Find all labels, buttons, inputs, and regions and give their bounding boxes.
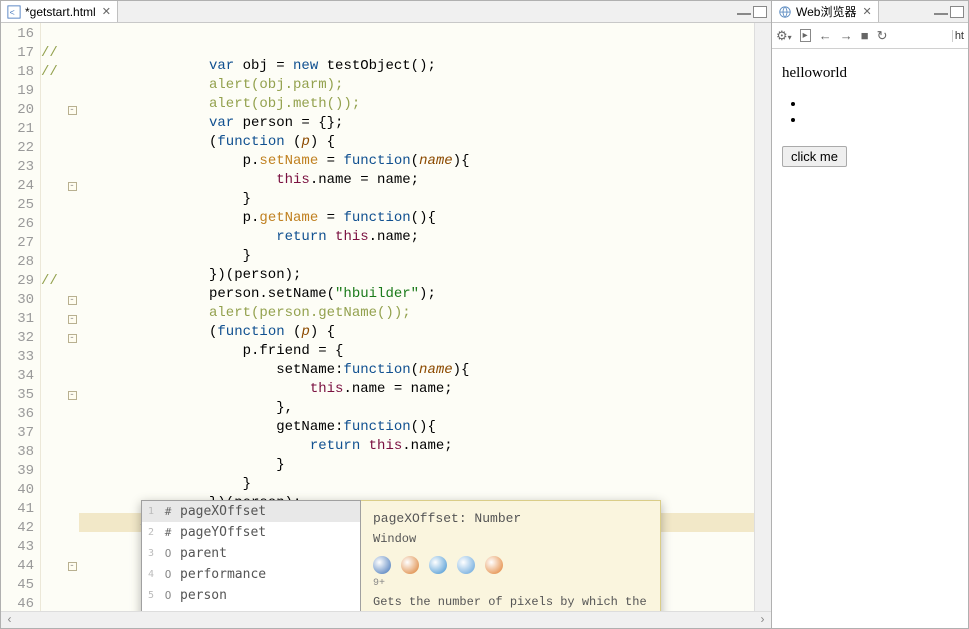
browser-tab[interactable]: Web浏览器 ✕	[772, 1, 879, 22]
editor-pane: < *getstart.html ✕ 161718192021222324252…	[1, 1, 772, 628]
browser-icon	[429, 556, 447, 574]
autocomplete-item-person[interactable]: 5Operson	[142, 585, 360, 606]
line-number-gutter: 1617181920212223242526272829303132333435…	[1, 23, 41, 611]
svg-text:<: <	[10, 7, 15, 17]
close-icon[interactable]: ✕	[862, 5, 871, 18]
list-item	[806, 112, 958, 128]
browser-toolbar: ⚙▾ ▸ ← → ■ ↻ ht	[772, 23, 968, 49]
list-item	[806, 96, 958, 112]
autocomplete-doc: pageXOffset: Number Window 9+ Gets the n…	[361, 500, 661, 611]
minimize-icon[interactable]	[737, 13, 751, 15]
browser-icon	[373, 556, 391, 574]
browser-icon	[401, 556, 419, 574]
page-list	[806, 96, 958, 128]
fold-margin: -------	[65, 23, 79, 611]
doc-version: 9+	[373, 578, 648, 589]
gear-icon[interactable]: ⚙▾	[776, 28, 792, 44]
close-icon[interactable]: ✕	[102, 5, 111, 18]
maximize-icon[interactable]	[753, 6, 767, 18]
scroll-right-icon[interactable]: ›	[754, 612, 771, 628]
editor-tab-label: *getstart.html	[25, 5, 96, 19]
autocomplete-item-pageYOffset[interactable]: 2#pageYOffset	[142, 522, 360, 543]
scroll-left-icon[interactable]: ‹	[1, 612, 18, 628]
browser-tab-label: Web浏览器	[796, 3, 856, 20]
back-icon[interactable]: ←	[819, 28, 832, 43]
autocomplete-popup: 1#pageXOffset2#pageYOffset3Oparent4Operf…	[141, 500, 661, 611]
autocomplete-item-parent[interactable]: 3Oparent	[142, 543, 360, 564]
maximize-icon[interactable]	[950, 6, 964, 18]
forward-icon[interactable]: →	[840, 28, 853, 43]
editor-tab-bar: < *getstart.html ✕	[1, 1, 771, 23]
autocomplete-item-performance[interactable]: 4Operformance	[142, 564, 360, 585]
page-heading: helloworld	[782, 65, 958, 82]
click-me-button[interactable]: click me	[782, 146, 847, 167]
browser-pane-controls	[930, 1, 968, 22]
horizontal-scrollbar[interactable]: ‹ ›	[1, 611, 771, 628]
comment-margin: //////	[41, 23, 65, 611]
code-editor[interactable]: 1617181920212223242526272829303132333435…	[1, 23, 771, 611]
autocomplete-item-pageXOffset[interactable]: 1#pageXOffset	[142, 501, 360, 522]
refresh-icon[interactable]: ↻	[877, 28, 888, 44]
doc-class: Window	[373, 532, 648, 546]
play-icon[interactable]: ▸	[800, 29, 811, 42]
autocomplete-list[interactable]: 1#pageXOffset2#pageYOffset3Oparent4Operf…	[141, 500, 361, 611]
globe-icon	[778, 5, 792, 19]
browser-viewport[interactable]: helloworld click me	[772, 49, 968, 628]
browser-support-icons	[373, 556, 648, 574]
html-file-icon: <	[7, 5, 21, 19]
editor-tab-getstart[interactable]: < *getstart.html ✕	[1, 1, 118, 22]
browser-icon	[485, 556, 503, 574]
doc-title: pageXOffset: Number	[373, 511, 648, 526]
stop-icon[interactable]: ■	[861, 28, 869, 43]
browser-icon	[457, 556, 475, 574]
browser-tab-bar: Web浏览器 ✕	[772, 1, 968, 23]
vertical-scrollbar[interactable]	[754, 23, 771, 611]
editor-pane-controls	[733, 1, 771, 22]
doc-description: Gets the number of pixels by which the c…	[373, 595, 648, 611]
minimize-icon[interactable]	[934, 13, 948, 15]
url-field[interactable]: ht	[895, 30, 964, 42]
browser-pane: Web浏览器 ✕ ⚙▾ ▸ ← → ■ ↻ ht helloworld clic	[772, 1, 968, 628]
